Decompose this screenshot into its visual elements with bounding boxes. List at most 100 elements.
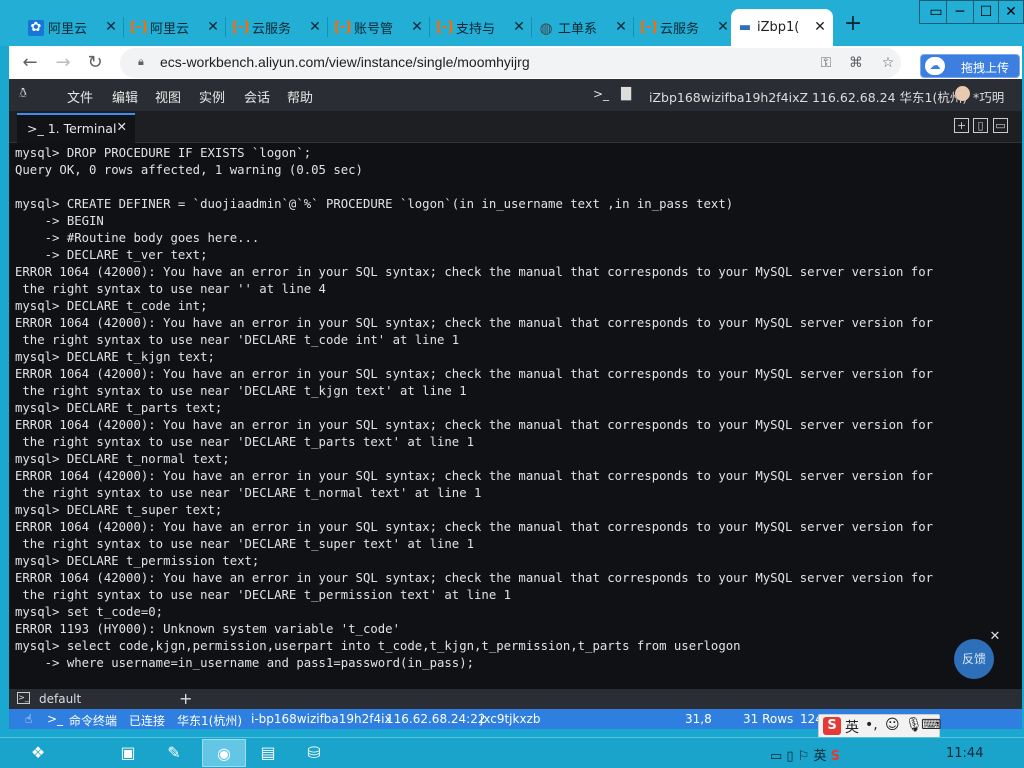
status-rows: 31 Rows xyxy=(743,712,794,726)
tab-close-icon[interactable]: ✕ xyxy=(104,19,118,35)
pointer-icon[interactable]: ☝ xyxy=(25,712,32,726)
minimize-button[interactable]: ─ xyxy=(946,0,974,24)
tab-terminal-1[interactable]: >_ 1. Terminal ✕ xyxy=(17,113,135,143)
tab-close-icon[interactable]: ✕ xyxy=(716,19,730,35)
aliyun-bracket-icon: [-] xyxy=(334,20,352,35)
terminal-line: mysql> CREATE DEFINER = `duojiaadmin`@`%… xyxy=(15,197,734,211)
browser-tab[interactable]: [-] 阿里云 ✕ xyxy=(124,9,226,46)
tab-close-icon[interactable]: ✕ xyxy=(206,19,220,35)
terminal-line: ERROR 1064 (42000): You have an error in… xyxy=(15,418,934,432)
bottom-panel-bar: >_ default + xyxy=(9,689,1022,709)
terminal-prompt-icon: >_ xyxy=(17,692,30,704)
browser-tab[interactable]: ✿ 阿里云 ✕ xyxy=(22,9,124,46)
ime-punct[interactable]: •, xyxy=(865,717,878,733)
linux-icon: 🐧︎ xyxy=(19,86,28,101)
ime-lang[interactable]: 英 xyxy=(845,717,859,737)
keyboard-icon[interactable]: ⌨ xyxy=(921,717,941,733)
browser-tab-strip: ✿ 阿里云 ✕ [-] 阿里云 ✕ [-] 云服务 ✕ [-] 账号管 ✕ [-… xyxy=(0,0,1024,46)
translate-icon[interactable]: ⌘ xyxy=(846,53,866,73)
reload-icon[interactable]: ↻ xyxy=(84,52,106,74)
close-icon[interactable]: ✕ xyxy=(117,119,127,134)
back-icon[interactable]: ← xyxy=(19,52,41,74)
add-pane-icon[interactable]: + xyxy=(954,118,969,133)
tab-close-icon[interactable]: ✕ xyxy=(410,19,424,35)
cloud-icon: ☁ xyxy=(925,57,945,75)
ime-toolbar[interactable]: S 英 •, ☺ 🎙︎ ⌨ xyxy=(818,714,941,738)
status-session-id: jxc9tjkxzb xyxy=(480,712,541,726)
tab-close-icon[interactable]: ✕ xyxy=(813,19,827,35)
terminal-prompt-icon[interactable]: >_ xyxy=(593,87,609,101)
terminal-line: mysql> set t_code=0; xyxy=(15,605,164,619)
tray-icon[interactable]: ▯ xyxy=(786,749,797,764)
taskbar: ❖ ▣ ✎ ◉ ▤ ⛁ ▭ ▯ ⚐ 英 S 11:44 xyxy=(0,737,1024,768)
feedback-close-icon[interactable]: ✕ xyxy=(988,630,1002,644)
status-terminal-label[interactable]: 命令终端 xyxy=(69,712,117,729)
add-panel-button[interactable]: + xyxy=(179,689,192,708)
tab-close-icon[interactable]: ✕ xyxy=(308,19,322,35)
monitor-icon[interactable]: ▭ xyxy=(770,749,786,764)
split-vertical-icon[interactable]: ▯ xyxy=(973,118,988,133)
menu-edit[interactable]: 编辑 xyxy=(112,87,138,106)
monitor-icon[interactable]: ▣ xyxy=(110,739,146,767)
menu-help[interactable]: 帮助 xyxy=(287,87,313,106)
star-icon[interactable]: ☆ xyxy=(878,53,898,73)
terminal-output[interactable]: mysql> DROP PROCEDURE IF EXISTS `logon`;… xyxy=(9,143,1022,689)
tab-label: 阿里云 xyxy=(150,22,190,37)
tab-label: 工单系 xyxy=(558,22,598,37)
terminal-prompt-icon: >_ xyxy=(27,121,48,136)
chrome-icon[interactable]: ◉ xyxy=(202,739,246,767)
emoji-icon[interactable]: ☺ xyxy=(885,717,900,733)
sogou-icon[interactable]: S xyxy=(831,749,840,764)
sogou-icon[interactable]: S xyxy=(823,717,841,735)
browser-tab[interactable]: [-] 支持与 ✕ xyxy=(430,9,532,46)
tab-close-icon[interactable]: ✕ xyxy=(614,19,628,35)
menu-instance[interactable]: 实例 xyxy=(199,87,225,106)
maximize-button[interactable]: ☐ xyxy=(973,0,999,24)
status-instance: i-bp168wizifba19h2f4ix xyxy=(251,712,392,726)
network-icon[interactable]: ⛁ xyxy=(296,739,332,767)
tools-icon[interactable]: ✎ xyxy=(156,739,192,767)
split-horizontal-icon[interactable]: ▭ xyxy=(993,118,1008,133)
avatar[interactable] xyxy=(955,86,970,101)
desktop-window: ✿ 阿里云 ✕ [-] 阿里云 ✕ [-] 云服务 ✕ [-] 账号管 ✕ [-… xyxy=(0,0,1024,768)
browser-tab[interactable]: [-] 云服务 ✕ xyxy=(634,9,736,46)
flag-icon[interactable]: ⚐ xyxy=(798,749,814,764)
browser-tab[interactable]: ◍ 工单系 ✕ xyxy=(532,9,634,46)
browser-tab[interactable]: [-] 账号管 ✕ xyxy=(328,9,430,46)
forward-icon[interactable]: → xyxy=(52,52,74,74)
terminal-line: ERROR 1064 (42000): You have an error in… xyxy=(15,367,934,381)
upload-label: 拖拽上传 xyxy=(961,61,1010,75)
menu-file[interactable]: 文件 xyxy=(67,87,93,106)
url-text[interactable]: ecs-workbench.aliyun.com/view/instance/s… xyxy=(160,54,530,70)
new-tab-button[interactable]: + xyxy=(843,13,863,35)
tray-ime-lang[interactable]: 英 xyxy=(814,749,827,764)
terminal-line: mysql> DECLARE t_super text; xyxy=(15,503,223,517)
menu-view[interactable]: 视图 xyxy=(155,87,181,106)
browser-tab-active[interactable]: ▬ iZbp1( ✕ xyxy=(731,9,833,46)
browser-tab[interactable]: [-] 云服务 ✕ xyxy=(226,9,328,46)
key-icon[interactable]: ⚿ xyxy=(816,53,836,73)
menu-session[interactable]: 会话 xyxy=(244,87,270,106)
tab-label: 支持与 xyxy=(456,22,496,37)
folder-icon[interactable]: ▇ xyxy=(621,86,631,101)
document-icon[interactable]: ▤ xyxy=(250,739,286,767)
status-connection: 已连接 xyxy=(129,714,166,728)
feedback-button[interactable]: 反馈 xyxy=(954,639,994,679)
terminal-icon: ▬ xyxy=(738,20,752,35)
terminal-tab-bar: >_ 1. Terminal ✕ + ▯ ▭ xyxy=(9,111,1022,143)
close-window-button[interactable]: ✕ xyxy=(998,0,1024,24)
windows-logo-icon[interactable]: ❖ xyxy=(20,739,56,767)
terminal-tab-label: 1. Terminal xyxy=(47,121,117,136)
terminal-line: Query OK, 0 rows affected, 1 warning (0.… xyxy=(15,163,363,177)
terminal-line: the right syntax to use near 'DECLARE t_… xyxy=(15,588,512,602)
tab-close-icon[interactable]: ✕ xyxy=(512,19,526,35)
clock[interactable]: 11:44 xyxy=(946,746,983,761)
tab-label: iZbp1( xyxy=(757,20,800,35)
aliyun-bracket-icon: [-] xyxy=(640,20,658,35)
aliyun-bracket-icon: [-] xyxy=(232,20,250,35)
user-name[interactable]: *巧明 xyxy=(973,87,1004,106)
drag-upload-button[interactable]: ☁ 拖拽上传 xyxy=(920,54,1020,78)
address-bar[interactable]: 🔒︎ ecs-workbench.aliyun.com/view/instanc… xyxy=(120,48,901,78)
panel-tab-default[interactable]: default xyxy=(39,692,81,706)
aliyun-bracket-icon: [-] xyxy=(436,20,454,35)
